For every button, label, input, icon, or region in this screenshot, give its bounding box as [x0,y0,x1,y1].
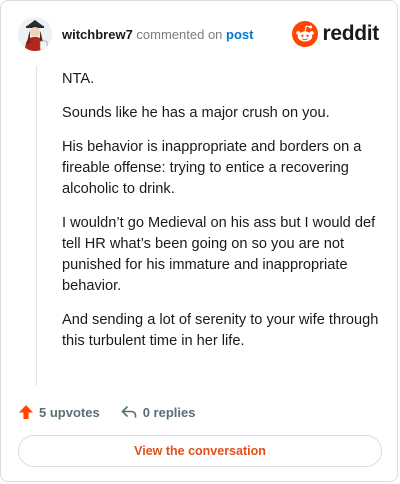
reply-count: 0 replies [142,404,196,420]
comment-paragraph: And sending a lot of serenity to your wi… [62,312,379,349]
view-conversation-label: View the conversation [134,444,266,458]
comment-actions: 5 upvotes 0 replies [18,401,195,423]
byline: witchbrew7 commented on post [62,27,254,42]
thread-line [36,66,37,386]
comment-paragraph: NTA. [62,71,95,87]
comment-paragraph: His behavior is inappropriate and border… [62,139,362,197]
reply-button[interactable]: 0 replies [120,404,196,420]
avatar-image [18,17,52,51]
comment-header: witchbrew7 commented on post reddit [18,17,381,53]
view-conversation-button[interactable]: View the conversation [18,435,382,467]
reddit-logo-icon [292,21,319,47]
reddit-brand[interactable]: reddit [292,20,379,48]
comment-paragraph: Sounds like he has a major crush on you. [62,105,330,121]
comment-paragraph: I wouldn’t go Medieval on his ass but I … [62,215,376,294]
byline-verb: commented on [136,27,223,42]
post-link[interactable]: post [226,27,253,42]
username-link[interactable]: witchbrew7 [62,27,133,42]
upvote-arrow-icon [19,405,33,419]
avatar[interactable] [18,17,52,51]
reply-arrow-icon [121,406,136,418]
upvote-button[interactable]: 5 upvotes [18,404,100,420]
upvote-count: 5 upvotes [39,404,100,420]
comment-body: NTA. Sounds like he has a major crush on… [62,69,380,365]
reddit-wordmark: reddit [322,22,379,45]
comment-card: witchbrew7 commented on post reddit NTA.… [0,0,398,482]
